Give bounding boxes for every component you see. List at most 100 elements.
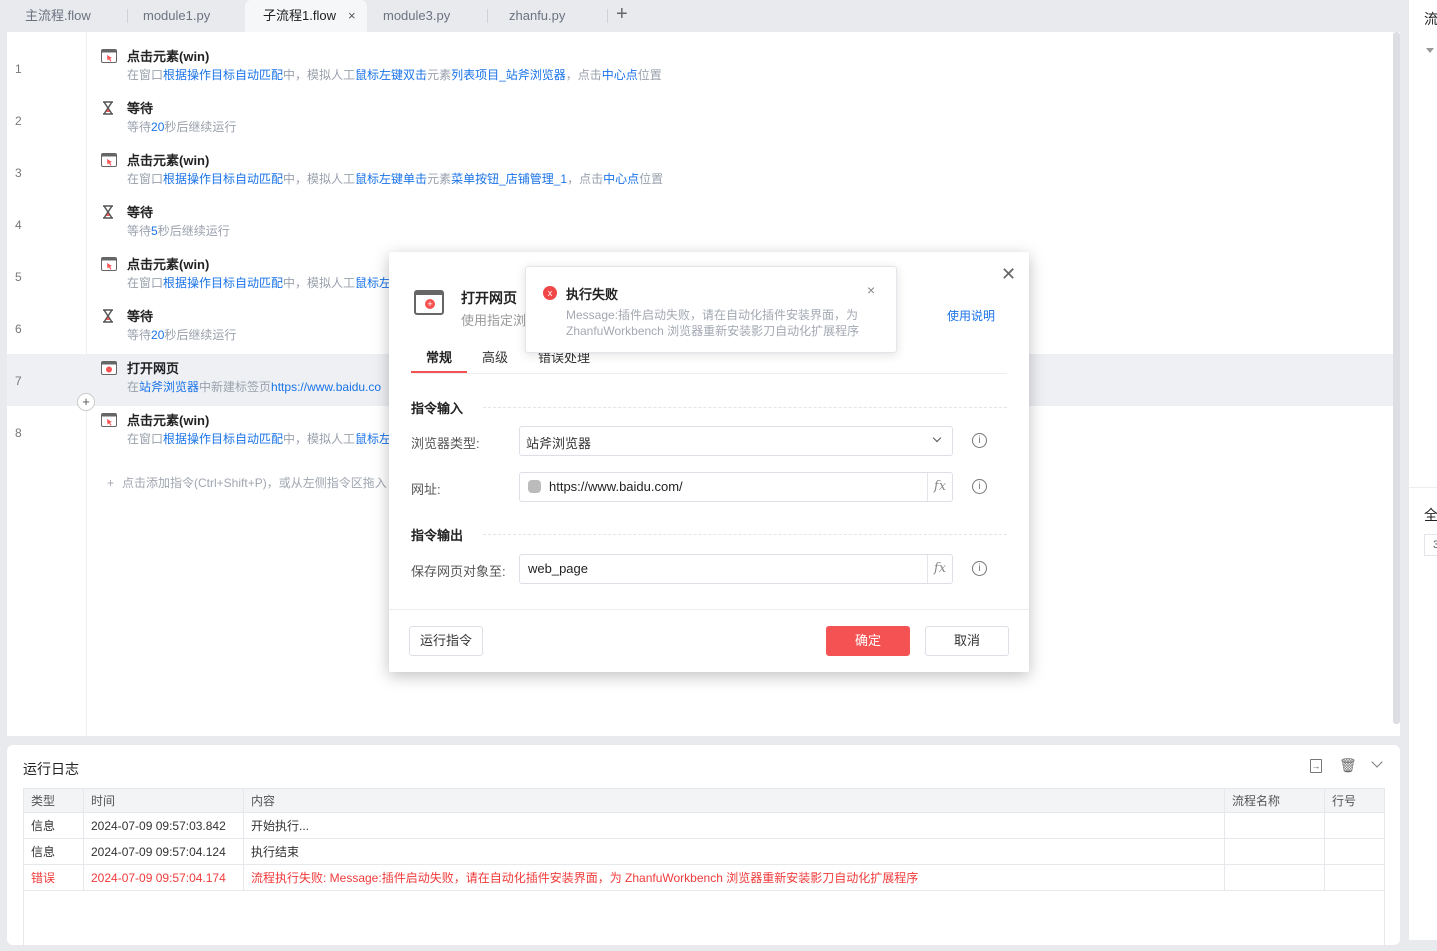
- section-output-heading: 指令输出: [411, 528, 464, 543]
- step-param: 根据操作目标自动匹配: [163, 68, 284, 82]
- right-panel-section: 全: [1424, 507, 1437, 523]
- step-param: 20: [151, 328, 165, 342]
- tab-main-flow[interactable]: 主流程.flow: [7, 0, 127, 32]
- step-text: 等待: [127, 224, 152, 238]
- save-to-input[interactable]: web_page fx: [519, 554, 953, 584]
- right-panel-tab[interactable]: 3: [1424, 534, 1437, 556]
- line-number: 6: [15, 322, 22, 336]
- log-flow: [1224, 812, 1325, 839]
- step-param: 中心点: [601, 68, 638, 82]
- step-param: 鼠标左键单击: [355, 172, 428, 186]
- step-text: 中，模拟人工: [283, 276, 356, 290]
- step-param: 鼠标左键双击: [355, 68, 428, 82]
- tab-module1[interactable]: module1.py: [125, 0, 245, 32]
- close-dialog-icon[interactable]: ✕: [1001, 264, 1016, 285]
- tab-zhanfu[interactable]: zhanfu.py: [491, 0, 606, 32]
- add-step-hint[interactable]: + 点击添加指令(Ctrl+Shift+P)，或从左侧指令区拖入: [107, 474, 387, 491]
- right-panel: 流 全 3: [1409, 0, 1437, 940]
- step-description: 在站斧浏览器中新建标签页https://www.baidu.co: [127, 378, 381, 395]
- log-type: 信息: [23, 812, 84, 839]
- click-element-icon: [101, 413, 117, 427]
- tab-subflow1[interactable]: 子流程1.flow ×: [245, 0, 367, 32]
- line-number: 1: [15, 62, 22, 76]
- log-content: 流程执行失败: Message:插件启动失败，请在自动化插件安装界面，为 Zha…: [243, 864, 1225, 891]
- open-webpage-icon: +: [414, 290, 444, 315]
- notification-message: Message:插件启动失败，请在自动化插件安装界面，为 ZhanfuWorkb…: [566, 308, 860, 338]
- tab-module3[interactable]: module3.py: [365, 0, 485, 32]
- step-param: https://www.baidu.co: [271, 380, 382, 394]
- save-to-value: web_page: [528, 561, 588, 576]
- open-webpage-icon: [101, 361, 117, 375]
- flow-step[interactable]: 2 等待 等待20秒后继续运行: [7, 94, 1393, 146]
- line-number: 2: [15, 114, 22, 128]
- log-table: 类型 时间 内容 流程名称 行号 信息 2024-07-09 09:57:03.8…: [23, 788, 1385, 951]
- export-log-icon[interactable]: →: [1310, 759, 1322, 773]
- tab-advanced[interactable]: 高级: [482, 347, 508, 366]
- step-param: 根据操作目标自动匹配: [163, 276, 284, 290]
- step-description: 在窗口根据操作目标自动匹配中，模拟人工鼠标左: [127, 274, 391, 291]
- log-row[interactable]: 信息 2024-07-09 09:57:03.842 开始执行...: [23, 812, 1385, 839]
- log-line: [1324, 838, 1385, 865]
- scrollbar[interactable]: [1393, 32, 1400, 724]
- step-text: 秒后继续运行: [164, 328, 237, 342]
- info-icon[interactable]: i: [972, 561, 987, 576]
- step-title: 等待: [127, 309, 154, 324]
- flow-step[interactable]: 1 点击元素(win) 在窗口根据操作目标自动匹配中，模拟人工鼠标左键双击元素列表项…: [7, 42, 1393, 94]
- step-text: 秒后继续运行: [157, 224, 230, 238]
- divider: [1409, 487, 1437, 488]
- step-param: 鼠标左: [355, 432, 392, 446]
- trash-icon[interactable]: 🗑: [1339, 757, 1357, 774]
- close-notification-icon[interactable]: ×: [867, 282, 875, 298]
- step-text: 中，模拟人工: [283, 68, 356, 82]
- close-tab-icon[interactable]: ×: [348, 0, 356, 32]
- insert-step-button[interactable]: +: [77, 393, 95, 411]
- line-number: 5: [15, 270, 22, 284]
- browser-type-select[interactable]: 站斧浏览器: [519, 426, 953, 456]
- line-number: 4: [15, 218, 22, 232]
- error-notification: x 执行失败 × Message:插件启动失败，请在自动化插件安装界面，为 Zh…: [525, 266, 897, 353]
- step-text: 中，模拟人工: [283, 172, 356, 186]
- step-text: 中，模拟人工: [283, 432, 356, 446]
- add-tab-button[interactable]: +: [616, 3, 628, 26]
- fx-button[interactable]: fx: [927, 473, 952, 501]
- flow-step[interactable]: 4 等待 等待5秒后继续运行: [7, 198, 1393, 250]
- log-time: 2024-07-09 09:57:04.124: [83, 838, 244, 865]
- step-param: 20: [151, 120, 165, 134]
- log-line: [1324, 812, 1385, 839]
- fx-button[interactable]: fx: [927, 555, 952, 583]
- step-param: 站斧浏览器: [139, 380, 200, 394]
- info-icon[interactable]: i: [972, 433, 987, 448]
- tab-label: module3.py: [383, 8, 451, 23]
- step-param: 根据操作目标自动匹配: [163, 432, 284, 446]
- step-param: 根据操作目标自动匹配: [163, 172, 284, 186]
- step-text: ，点击: [567, 172, 604, 186]
- line-number: 7: [15, 374, 22, 388]
- chevron-down-icon: [932, 433, 942, 443]
- step-text: 在: [127, 380, 140, 394]
- log-content: 开始执行...: [243, 812, 1225, 839]
- tab-label: 子流程1.flow: [263, 8, 336, 23]
- confirm-button[interactable]: 确定: [826, 626, 910, 656]
- step-title: 点击元素(win): [127, 49, 210, 64]
- help-link[interactable]: 使用说明: [947, 307, 995, 324]
- notification-title: 执行失败: [566, 287, 619, 302]
- col-flow-name: 流程名称: [1224, 788, 1325, 813]
- url-value: https://www.baidu.com/: [549, 479, 683, 494]
- cancel-button[interactable]: 取消: [925, 626, 1009, 656]
- step-text: 在窗口: [127, 276, 164, 290]
- log-type: 信息: [23, 838, 84, 865]
- flow-step[interactable]: 3 点击元素(win) 在窗口根据操作目标自动匹配中，模拟人工鼠标左键单击元素菜单按…: [7, 146, 1393, 198]
- info-icon[interactable]: i: [972, 479, 987, 494]
- url-label: 网址:: [411, 482, 441, 497]
- url-input[interactable]: https://www.baidu.com/ fx: [519, 472, 953, 502]
- log-row[interactable]: 信息 2024-07-09 09:57:04.124 执行结束: [23, 838, 1385, 865]
- tab-general[interactable]: 常规: [411, 347, 467, 366]
- step-description: 等待20秒后继续运行: [127, 326, 236, 343]
- caret-down-icon[interactable]: [1426, 48, 1434, 53]
- run-command-button[interactable]: 运行指令: [409, 626, 483, 656]
- section-input-heading: 指令输入: [411, 401, 464, 416]
- step-text: 在窗口: [127, 172, 164, 186]
- log-row-error[interactable]: 错误 2024-07-09 09:57:04.174 流程执行失败: Message…: [23, 864, 1385, 891]
- log-flow: [1224, 864, 1325, 891]
- chevron-down-icon[interactable]: [1371, 756, 1383, 768]
